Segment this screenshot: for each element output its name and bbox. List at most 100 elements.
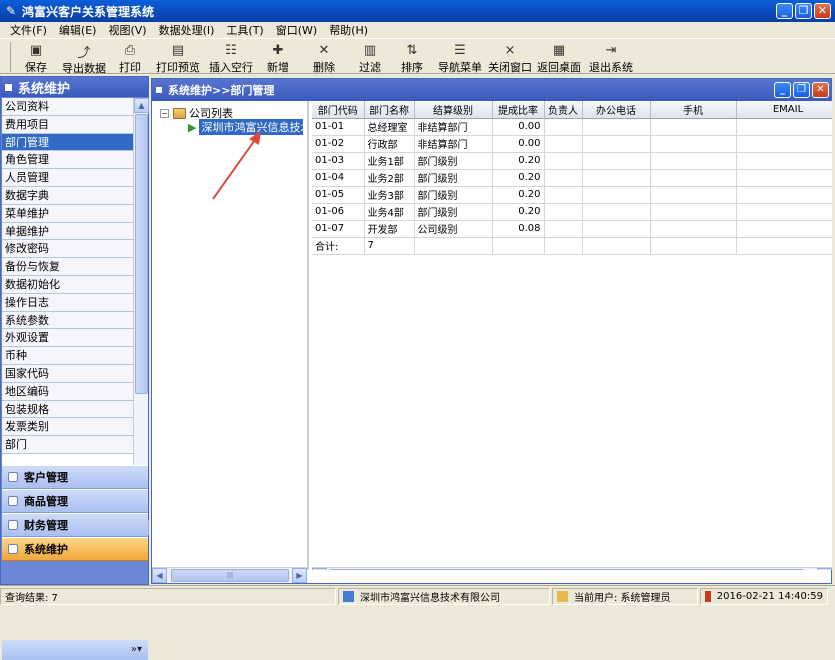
menu-item[interactable]: 视图(V) bbox=[102, 22, 152, 38]
column-header[interactable]: 提成比率 bbox=[492, 101, 545, 119]
table-cell[interactable]: 01-05 bbox=[312, 186, 365, 204]
scroll-thumb[interactable] bbox=[135, 114, 148, 394]
table-row[interactable]: 01-04 业务2部 部门级别 0.20 bbox=[312, 169, 832, 187]
child-close-button[interactable]: ✕ bbox=[812, 82, 829, 98]
column-header[interactable]: 负责人 bbox=[544, 101, 583, 119]
table-cell[interactable] bbox=[650, 203, 737, 221]
table-cell[interactable]: 部门级别 bbox=[414, 203, 493, 221]
table-cell[interactable] bbox=[544, 135, 583, 153]
table-cell[interactable]: 业务2部 bbox=[364, 169, 415, 187]
table-cell[interactable] bbox=[582, 169, 651, 187]
exit-button[interactable]: ⇥ 退出系统 bbox=[585, 39, 637, 74]
sidebar-item[interactable]: 包装规格 bbox=[2, 400, 133, 419]
sidebar-item[interactable]: 公司资料 bbox=[2, 98, 133, 116]
tree-hscrollbar[interactable]: ◀ ||| ▶ bbox=[152, 567, 307, 583]
table-cell[interactable] bbox=[650, 220, 737, 238]
sidebar-item[interactable]: 单据维护 bbox=[2, 222, 133, 241]
table-cell[interactable]: 01-01 bbox=[312, 118, 365, 136]
table-cell[interactable]: 0.20 bbox=[492, 203, 545, 221]
hscroll-thumb[interactable] bbox=[329, 568, 804, 570]
desktop-button[interactable]: ▦ 返回桌面 bbox=[533, 39, 585, 74]
table-cell[interactable] bbox=[736, 203, 832, 221]
table-cell[interactable]: 非结算部门 bbox=[414, 135, 493, 153]
export-button[interactable]: ⤴ 导出数据 bbox=[59, 39, 109, 76]
table-cell[interactable] bbox=[736, 135, 832, 153]
table-cell[interactable]: 0.20 bbox=[492, 152, 545, 170]
menu-item[interactable]: 数据处理(I) bbox=[153, 22, 221, 38]
table-row[interactable]: 01-06 业务4部 部门级别 0.20 bbox=[312, 203, 832, 221]
table-cell[interactable]: 部门级别 bbox=[414, 169, 493, 187]
table-cell[interactable]: 01-07 bbox=[312, 220, 365, 238]
table-cell[interactable]: 部门级别 bbox=[414, 152, 493, 170]
table-cell[interactable] bbox=[736, 152, 832, 170]
table-cell[interactable]: 0.20 bbox=[492, 186, 545, 204]
sidebar-item[interactable]: 操作日志 bbox=[2, 293, 133, 312]
table-cell[interactable] bbox=[582, 186, 651, 204]
table-cell[interactable] bbox=[736, 118, 832, 136]
table-cell[interactable]: 公司级别 bbox=[414, 220, 493, 238]
grid-hscrollbar[interactable]: ◀ ▶ bbox=[312, 567, 832, 570]
sidebar-item[interactable]: 费用项目 bbox=[2, 115, 133, 134]
restore-button[interactable]: ❐ bbox=[795, 3, 812, 19]
child-minimize-button[interactable]: _ bbox=[774, 82, 791, 98]
table-cell[interactable] bbox=[736, 169, 832, 187]
scroll-left-button[interactable]: ◀ bbox=[312, 567, 327, 570]
scroll-up-button[interactable]: ▲ bbox=[134, 98, 149, 113]
column-header[interactable]: 结算级别 bbox=[414, 101, 493, 119]
sidebar-item[interactable]: 备份与恢复 bbox=[2, 258, 133, 276]
table-cell[interactable]: 业务3部 bbox=[364, 186, 415, 204]
table-row[interactable]: 01-07 开发部 公司级别 0.08 bbox=[312, 220, 832, 238]
scroll-right-button[interactable]: ▶ bbox=[817, 567, 832, 570]
table-cell[interactable] bbox=[650, 169, 737, 187]
sidebar-item[interactable]: 修改密码 bbox=[2, 240, 133, 259]
table-cell[interactable] bbox=[736, 220, 832, 238]
add-button[interactable]: ✚ 新增 bbox=[257, 39, 299, 74]
table-cell[interactable] bbox=[650, 118, 737, 136]
sidebar-item[interactable]: 菜单维护 bbox=[2, 204, 133, 223]
table-cell[interactable] bbox=[582, 135, 651, 153]
close-window-button[interactable]: × 关闭窗口 bbox=[487, 39, 533, 74]
column-header[interactable]: 手机 bbox=[650, 101, 737, 119]
table-cell[interactable] bbox=[582, 220, 651, 238]
table-cell[interactable]: 01-06 bbox=[312, 203, 365, 221]
hscroll-thumb[interactable]: ||| bbox=[171, 568, 289, 582]
sidebar-item[interactable]: 币种 bbox=[2, 347, 133, 365]
table-cell[interactable]: 01-02 bbox=[312, 135, 365, 153]
menu-item[interactable]: 文件(F) bbox=[4, 22, 53, 38]
column-header[interactable]: 部门名称 bbox=[364, 101, 415, 119]
delete-button[interactable]: ✕ 删除 bbox=[299, 39, 349, 74]
menu-item[interactable]: 编辑(E) bbox=[53, 22, 103, 38]
filter-button[interactable]: ▥ 过滤 bbox=[349, 39, 391, 74]
group-button[interactable]: 客户管理 bbox=[2, 465, 148, 489]
sidebar-item[interactable]: 数据初始化 bbox=[2, 275, 133, 294]
save-button[interactable]: ▣ 保存 bbox=[13, 39, 59, 74]
table-cell[interactable]: 非结算部门 bbox=[414, 118, 493, 136]
column-header[interactable]: 部门代码 bbox=[312, 101, 365, 119]
table-cell[interactable]: 开发部 bbox=[364, 220, 415, 238]
sidebar-item[interactable]: 部门管理 bbox=[2, 133, 133, 152]
table-cell[interactable]: 0.08 bbox=[492, 220, 545, 238]
sidebar-item[interactable]: 角色管理 bbox=[2, 151, 133, 170]
close-button[interactable]: ✕ bbox=[814, 3, 831, 19]
table-cell[interactable] bbox=[582, 118, 651, 136]
menu-item[interactable]: 工具(T) bbox=[220, 22, 269, 38]
table-cell[interactable] bbox=[544, 186, 583, 204]
sidebar-item[interactable]: 系统参数 bbox=[2, 311, 133, 330]
table-cell[interactable]: 行政部 bbox=[364, 135, 415, 153]
table-cell[interactable]: 业务1部 bbox=[364, 152, 415, 170]
table-cell[interactable] bbox=[544, 220, 583, 238]
table-cell[interactable] bbox=[544, 169, 583, 187]
group-button[interactable]: 财务管理 bbox=[2, 513, 148, 537]
menu-item[interactable]: 帮助(H) bbox=[323, 22, 374, 38]
print-preview-button[interactable]: ▤ 打印预览 bbox=[151, 39, 205, 74]
table-cell[interactable]: 0.20 bbox=[492, 169, 545, 187]
sidebar-item[interactable]: 发票类别 bbox=[2, 418, 133, 437]
table-cell[interactable]: 0.00 bbox=[492, 135, 545, 153]
table-cell[interactable] bbox=[544, 118, 583, 136]
sidebar-item[interactable]: 部门 bbox=[2, 436, 133, 454]
scroll-right-button[interactable]: ▶ bbox=[292, 567, 307, 583]
more-groups-chevron-icon[interactable]: »▾ bbox=[2, 640, 148, 660]
sort-button[interactable]: ⇅ 排序 bbox=[391, 39, 433, 74]
table-cell[interactable] bbox=[650, 152, 737, 170]
table-cell[interactable]: 部门级别 bbox=[414, 186, 493, 204]
